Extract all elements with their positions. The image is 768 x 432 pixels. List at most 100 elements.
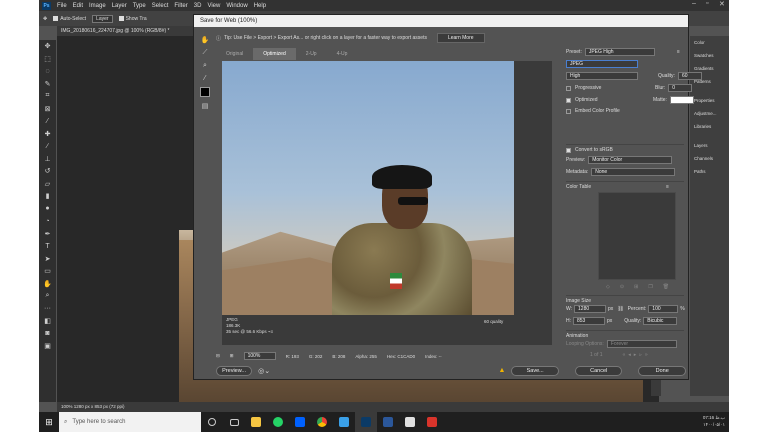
auto-select-checkbox[interactable]: Auto-Select — [53, 16, 86, 22]
app-icon-red[interactable] — [421, 412, 443, 432]
quick-mask-icon[interactable]: ◙ — [39, 328, 56, 341]
menu-select[interactable]: Select — [152, 3, 169, 9]
system-tray-clock[interactable]: 07:16 ب.ظ ۱۴۰۰/۰۵/۰۱ — [703, 414, 725, 428]
file-explorer-icon[interactable] — [245, 412, 267, 432]
panel-libraries[interactable]: Libraries — [690, 120, 729, 133]
preset-select[interactable]: JPEG High — [584, 48, 655, 56]
metadata-select[interactable]: None — [591, 168, 676, 176]
type-icon[interactable]: T — [39, 240, 56, 253]
lock-color-icon[interactable]: ⊙ — [620, 284, 624, 290]
height-input[interactable]: 853 — [573, 317, 605, 325]
eyedropper-tool-icon[interactable]: ⁄ — [198, 72, 212, 85]
slice-select-icon[interactable]: ⟋ — [198, 46, 212, 59]
save-button[interactable]: Save... — [511, 365, 559, 376]
show-transform-checkbox[interactable]: Show Tra — [118, 16, 147, 22]
move-icon[interactable]: ✥ — [39, 40, 56, 53]
optimized-preview[interactable]: JPEG 186.3K 35 sec @ 56.6 Kbps ⌁≡ 60 qua… — [222, 61, 552, 345]
embed-profile-checkbox[interactable] — [566, 108, 571, 114]
windows-start-icon[interactable]: ⊞ — [39, 412, 59, 432]
taskbar-search[interactable]: ⌕ Type here to search — [59, 412, 201, 432]
optimized-checkbox[interactable] — [566, 97, 571, 103]
matte-select[interactable] — [669, 96, 694, 104]
more-tools-icon[interactable]: ··· — [39, 303, 56, 316]
menu-image[interactable]: Image — [89, 3, 106, 9]
minimize-icon[interactable]: – — [692, 0, 696, 7]
zoom-icon[interactable]: ⌕ — [39, 290, 56, 303]
width-input[interactable]: 1280 — [574, 305, 607, 313]
cortana-icon[interactable] — [201, 412, 223, 432]
learn-more-button[interactable]: Learn More — [436, 33, 485, 43]
tab-4-up[interactable]: 4-Up — [327, 48, 358, 60]
menu-type[interactable]: Type — [133, 3, 146, 9]
blur-input[interactable]: 0 — [668, 84, 693, 92]
photoshop-taskbar-icon[interactable] — [355, 412, 377, 432]
menu-file[interactable]: File — [57, 3, 67, 9]
menu-layer[interactable]: Layer — [112, 3, 127, 9]
word-icon[interactable] — [377, 412, 399, 432]
brush-icon[interactable]: ∕ — [39, 140, 56, 153]
preview-button[interactable]: Preview... — [216, 365, 253, 376]
quick-select-icon[interactable]: ✎ — [39, 78, 56, 91]
eraser-icon[interactable]: ▱ — [39, 178, 56, 191]
lasso-icon[interactable]: ◌ — [39, 65, 56, 78]
resample-select[interactable]: Bicubic — [643, 317, 678, 325]
tab-2-up[interactable]: 2-Up — [296, 48, 327, 60]
menu-filter[interactable]: Filter — [174, 3, 187, 9]
menu-view[interactable]: View — [207, 3, 220, 9]
tab-optimized[interactable]: Optimized — [253, 48, 296, 60]
preset-menu-icon[interactable]: ≡ — [677, 49, 680, 55]
move-tool-icon[interactable]: ✥ — [43, 16, 47, 22]
history-brush-icon[interactable]: ↺ — [39, 165, 56, 178]
hand-tool-icon[interactable]: ✋ — [198, 33, 212, 46]
screen-mode-icon[interactable]: ▣ — [39, 340, 56, 353]
hand-icon[interactable]: ✋ — [39, 278, 56, 291]
healing-icon[interactable]: ✚ — [39, 128, 56, 141]
link-icon[interactable]: ⛓ — [617, 306, 623, 312]
crop-icon[interactable]: ⌗ — [39, 90, 56, 103]
progressive-checkbox[interactable] — [566, 85, 571, 91]
gradient-icon[interactable]: ▮ — [39, 190, 56, 203]
menu-help[interactable]: Help — [254, 3, 266, 9]
panel-properties[interactable]: Properties — [690, 94, 729, 107]
duplicate-color-icon[interactable]: ❐ — [648, 284, 652, 290]
download-manager-icon[interactable] — [333, 412, 355, 432]
menu-3d[interactable]: 3D — [194, 3, 202, 9]
frame-icon[interactable]: ⊠ — [39, 103, 56, 116]
layer-select[interactable]: Layer — [92, 14, 113, 23]
dropbox-icon[interactable] — [289, 412, 311, 432]
whatsapp-icon[interactable] — [267, 412, 289, 432]
browser-icon[interactable]: ◎⌄ — [258, 367, 270, 375]
rectangle-icon[interactable]: ▭ — [39, 265, 56, 278]
task-view-icon[interactable] — [223, 412, 245, 432]
color-table-menu-icon[interactable]: ≡ — [666, 184, 669, 190]
marquee-icon[interactable]: ⬚ — [39, 53, 56, 66]
dodge-icon[interactable]: ◔ — [39, 215, 56, 228]
panel-layers[interactable]: Layers — [690, 139, 729, 152]
tab-original[interactable]: Original — [216, 48, 253, 60]
path-select-icon[interactable]: ➤ — [39, 253, 56, 266]
looping-select[interactable]: Forever — [606, 340, 677, 348]
panel-adjustments[interactable]: Adjustme... — [690, 107, 729, 120]
zoom-select[interactable]: 100% — [243, 352, 276, 360]
preview-mode-select[interactable]: Monitor Color — [588, 156, 673, 164]
chrome-icon[interactable] — [311, 412, 333, 432]
new-color-icon[interactable]: ⊞ — [634, 284, 638, 290]
quality-input[interactable]: 60 — [677, 72, 702, 80]
zoom-out-icon[interactable]: ⊟ — [216, 353, 220, 359]
eyedropper-color-swatch[interactable] — [200, 87, 210, 97]
blur-icon[interactable]: ● — [39, 203, 56, 216]
menu-edit[interactable]: Edit — [73, 3, 83, 9]
menu-window[interactable]: Window — [226, 3, 247, 9]
panel-channels[interactable]: Channels — [690, 152, 729, 165]
color-swatch-icon[interactable]: ◧ — [39, 315, 56, 328]
panel-paths[interactable]: Paths — [690, 165, 729, 178]
toggle-slices-icon[interactable]: ▤ — [198, 99, 212, 112]
close-icon[interactable]: ✕ — [719, 0, 725, 8]
panel-color[interactable]: Color — [690, 36, 729, 49]
notepad-icon[interactable] — [399, 412, 421, 432]
web-snap-icon[interactable]: ◇ — [606, 284, 610, 290]
animation-controls-icon[interactable]: «◂▸▹» — [623, 352, 651, 358]
pen-icon[interactable]: ✒ — [39, 228, 56, 241]
maximize-icon[interactable]: ▫ — [706, 0, 708, 7]
eyedropper-icon[interactable]: ⁄ — [39, 115, 56, 128]
